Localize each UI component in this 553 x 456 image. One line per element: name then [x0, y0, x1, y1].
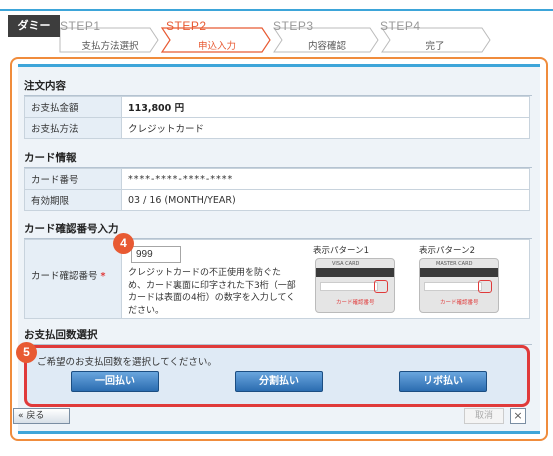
required-mark: *	[100, 271, 106, 282]
card-info-table: カード番号 ****-****-****-**** 有効期限 03 / 16 (…	[24, 168, 530, 211]
step-progress-bar: ダミー STEP1 STEP2 STEP3 STEP4 支払方法選択 申込入力 …	[0, 0, 553, 58]
application-form-panel: 注文内容 お支払金額 113,800 円 お支払方法 クレジットカード カード情…	[10, 57, 548, 441]
card-number-value: ****-****-****-****	[121, 168, 530, 190]
step-4-label: 完了	[425, 41, 445, 52]
double-chevron-left-icon: «	[18, 411, 24, 421]
cancel-button[interactable]: 取消	[464, 408, 504, 424]
step-3-number: STEP3	[273, 19, 314, 33]
table-row: カード番号 ****-****-****-****	[24, 168, 530, 190]
step-2-number: STEP2	[166, 19, 207, 33]
cvv-help-text: クレジットカードの不正使用を防ぐため、カード裏面に印字された下3桁（一部カードは…	[128, 268, 296, 316]
expiry-value: 03 / 16 (MONTH/YEAR)	[121, 189, 530, 211]
form-body: 注文内容 お支払金額 113,800 円 お支払方法 クレジットカード カード情…	[18, 64, 540, 434]
card-number-label: カード番号	[24, 168, 122, 190]
payment-section-title: お支払回数選択	[24, 327, 532, 345]
installment-payment-button[interactable]: 分割払い	[235, 371, 323, 392]
revolving-payment-button[interactable]: リボ払い	[399, 371, 487, 392]
table-row: お支払方法 クレジットカード	[24, 117, 530, 139]
card-info-section-title: カード情報	[24, 150, 532, 168]
magnetic-strip	[420, 268, 498, 277]
back-button-label: 戻る	[26, 411, 45, 421]
signature-panel	[424, 282, 482, 291]
bottom-divider	[18, 431, 540, 434]
step-1-label: 支払方法選択	[81, 41, 139, 52]
payment-method-label: お支払方法	[24, 117, 122, 139]
back-button[interactable]: « 戻る	[13, 408, 70, 424]
top-divider	[18, 64, 540, 67]
cvv-entry-box: カード確認番号 * クレジットカードの不正使用を防ぐため、カード裏面に印字された…	[24, 239, 530, 319]
table-row: お支払金額 113,800 円	[24, 96, 530, 118]
signature-panel	[320, 282, 378, 291]
order-table: お支払金額 113,800 円 お支払方法 クレジットカード	[24, 96, 530, 139]
step-badge-4: 4	[113, 233, 134, 254]
expiry-label: 有効期限	[24, 189, 122, 211]
table-row: 有効期限 03 / 16 (MONTH/YEAR)	[24, 189, 530, 211]
single-payment-button[interactable]: 一回払い	[71, 371, 159, 392]
amount-label: お支払金額	[24, 96, 122, 118]
card-1-header-text: VISA CARD	[332, 261, 360, 267]
close-icon[interactable]: ×	[510, 408, 526, 424]
card-back-pattern-2-image: MASTER CARD カード確認番号	[419, 258, 499, 313]
step-1-number: STEP1	[60, 19, 101, 33]
pattern-2-label: 表示パターン2	[419, 246, 475, 256]
card-2-header-text: MASTER CARD	[436, 261, 473, 267]
installment-prompt: ご希望のお支払回数を選択してください。	[37, 357, 217, 368]
cvv-section-title: カード確認番号入力	[24, 221, 532, 239]
installment-selection-box: ご希望のお支払回数を選択してください。 一回払い 分割払い リボ払い	[24, 345, 530, 407]
magnetic-strip	[316, 268, 394, 277]
step-2-label: 申込入力	[197, 41, 236, 52]
card-2-caption: カード確認番号	[440, 300, 479, 306]
order-section-title: 注文内容	[24, 78, 532, 96]
payment-method-value: クレジットカード	[121, 117, 530, 139]
step-3-label: 内容確認	[307, 41, 346, 52]
brand-logo: ダミー	[8, 15, 60, 37]
card-1-caption: カード確認番号	[336, 300, 375, 306]
pattern-1-label: 表示パターン1	[313, 246, 369, 256]
cvv-label-cell: カード確認番号 *	[25, 240, 122, 318]
cvv-highlight	[478, 280, 492, 293]
amount-value: 113,800 円	[121, 96, 530, 118]
step-4-number: STEP4	[380, 19, 421, 33]
step-badge-5: 5	[16, 342, 37, 363]
cvv-label: カード確認番号	[31, 271, 98, 282]
card-back-pattern-1-image: VISA CARD カード確認番号	[315, 258, 395, 313]
cvv-highlight	[374, 280, 388, 293]
cvv-input[interactable]	[131, 246, 181, 263]
